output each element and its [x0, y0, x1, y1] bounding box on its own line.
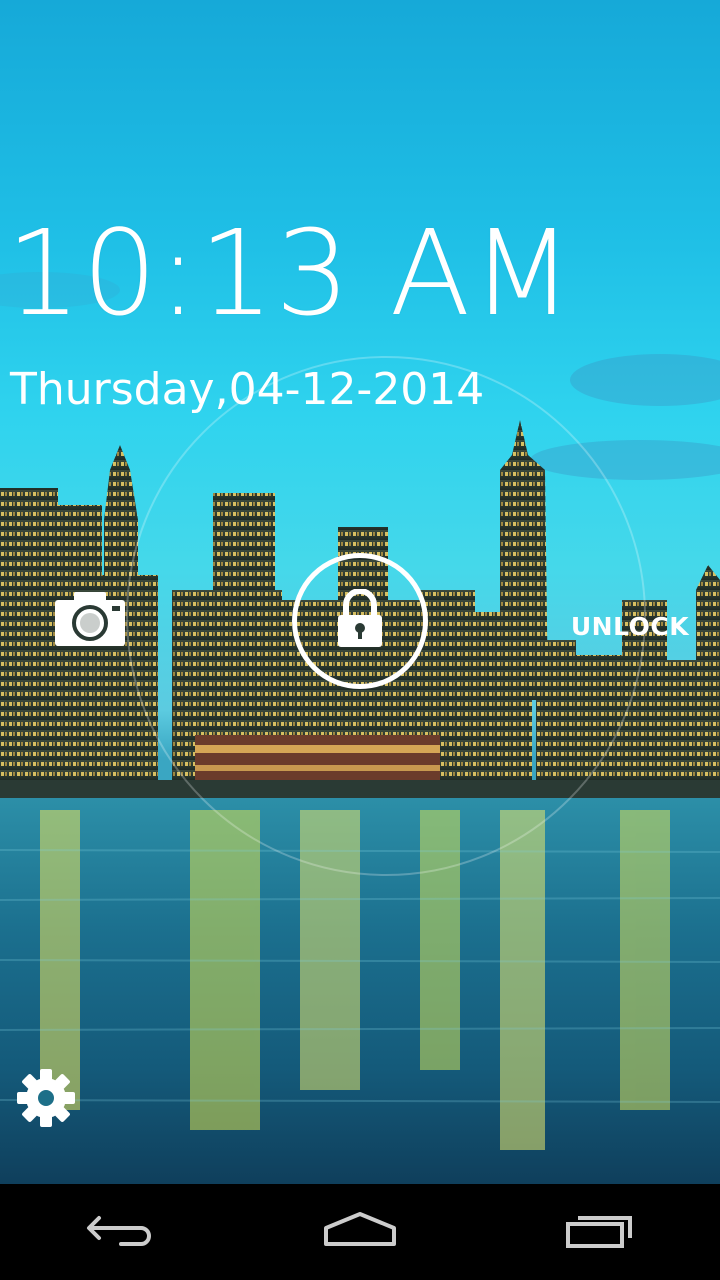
settings-button[interactable]: [14, 1068, 78, 1132]
camera-shortcut[interactable]: [52, 588, 128, 652]
clock-date: Thursday,04-12-2014: [10, 364, 485, 415]
nav-back-button[interactable]: [60, 1192, 180, 1272]
nav-home-button[interactable]: [300, 1192, 420, 1272]
navigation-bar: [0, 1184, 720, 1280]
camera-icon: [54, 588, 126, 652]
unlock-target[interactable]: UNLOCK: [564, 606, 696, 646]
back-icon: [85, 1210, 155, 1254]
clock-time: 10:13 AM: [6, 204, 575, 342]
recents-icon: [564, 1210, 636, 1254]
lock-screen: 10:13 AM Thursday,04-12-2014 UNLOCK: [0, 0, 720, 1280]
gear-icon: [16, 1068, 76, 1132]
nav-recents-button[interactable]: [540, 1192, 660, 1272]
unlock-label: UNLOCK: [570, 611, 690, 641]
home-icon: [322, 1210, 398, 1254]
padlock-icon: [336, 588, 384, 653]
lock-handle[interactable]: [292, 553, 428, 689]
